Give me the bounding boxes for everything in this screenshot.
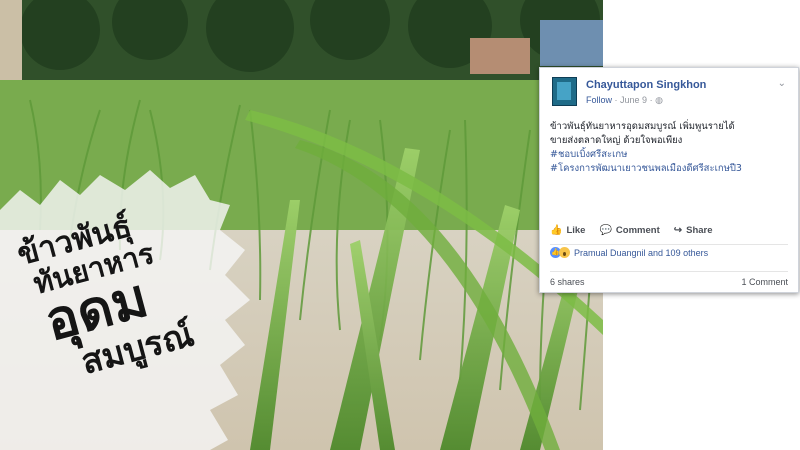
post-footer: 6 shares 1 Comment — [550, 271, 788, 290]
facebook-post-card: Chayuttapon Singkhon Follow · June 9 · ◍… — [539, 67, 799, 293]
hashtag-link-2[interactable]: #โครงการพัฒนาเยาวชนพลเมืองดีศรีสะเกษปี3 — [550, 162, 790, 176]
reactions-text[interactable]: Pramual Duangnil and 109 others — [574, 248, 708, 258]
rice-field-photo: ข้าวพันธุ์ ทันยาหาร อุดม สมบูรณ์ — [0, 0, 603, 450]
follow-link[interactable]: Follow — [586, 95, 612, 105]
post-actions: 👍 Like 💬 Comment ↪ Share — [550, 222, 788, 245]
post-meta: Follow · June 9 · ◍ — [586, 95, 663, 106]
chevron-down-icon[interactable]: ⌄ — [778, 78, 786, 89]
share-icon: ↪ — [673, 224, 683, 236]
comment-label: Comment — [615, 224, 660, 236]
like-button[interactable]: 👍 Like — [550, 225, 585, 236]
post-author-name[interactable]: Chayuttapon Singkhon — [586, 79, 706, 91]
post-date[interactable]: June 9 — [620, 95, 647, 105]
comments-count[interactable]: 1 Comment — [741, 277, 788, 287]
avatar[interactable] — [552, 77, 577, 106]
share-label: Share — [686, 224, 713, 236]
like-label: Like — [566, 224, 586, 236]
reactions-summary[interactable]: 👍 Pramual Duangnil and 109 others — [550, 247, 708, 258]
share-button[interactable]: ↪ Share — [674, 225, 713, 236]
hashtag-link-1[interactable]: #ชอบเบิ้งศรีสะเกษ — [550, 148, 790, 162]
post-text-line-2: ขายส่งตลาดใหญ่ ด้วยใจพอเพียง — [550, 135, 683, 146]
comment-button[interactable]: 💬 Comment — [599, 225, 659, 236]
post-text-line-1: ข้าวพันธุ์ทันยาหารอุดมสมบูรณ์ เพิ่มพูนรา… — [550, 121, 735, 132]
like-icon: 👍 — [550, 224, 563, 236]
post-text: ข้าวพันธุ์ทันยาหารอุดมสมบูรณ์ เพิ่มพูนรา… — [550, 120, 790, 176]
globe-icon: ◍ — [655, 95, 663, 105]
wow-reaction-icon — [559, 247, 570, 258]
comment-icon: 💬 — [599, 224, 612, 236]
shares-count[interactable]: 6 shares — [550, 277, 585, 287]
